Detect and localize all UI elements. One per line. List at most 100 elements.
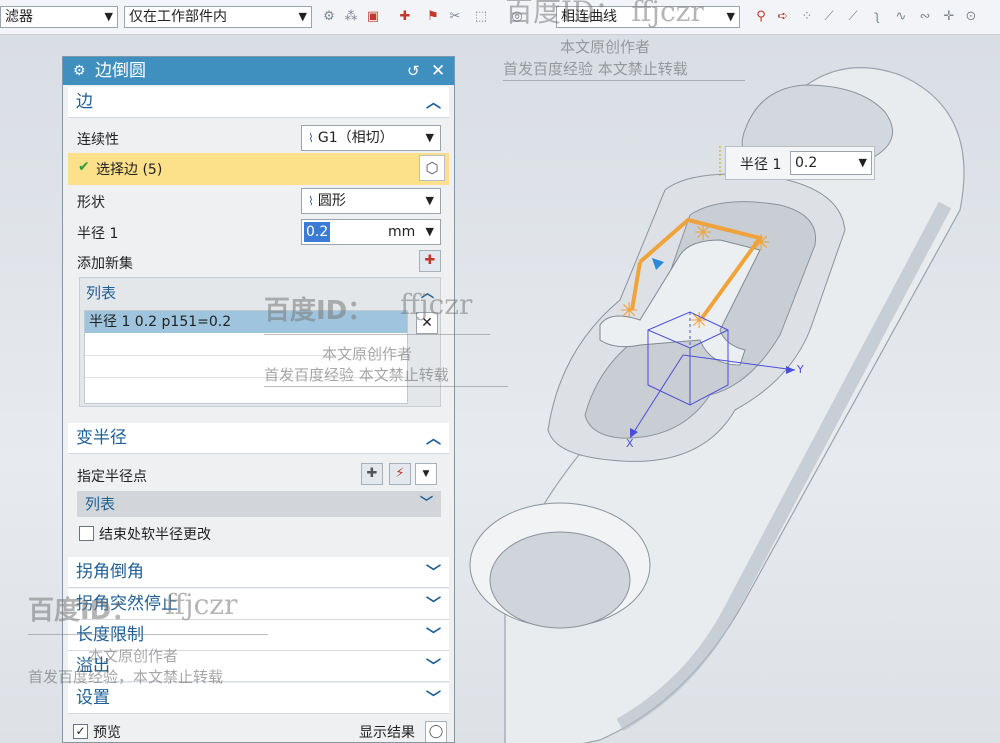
scope-value: 仅在工作部件内 [129, 9, 227, 25]
feature-icon[interactable]: ⚑ [424, 8, 442, 26]
watermark-bottom-notice: 首发百度经验，本文禁止转载 [28, 668, 224, 686]
watermark-bottom-id: 百度ID： [28, 596, 138, 626]
chevron-down-icon[interactable]: ▼ [415, 463, 437, 485]
watermark-notice: 首发百度经验 本文禁止转载 [503, 60, 688, 78]
node-icon[interactable]: ✚ [396, 8, 414, 26]
wave-icon[interactable]: ∿ [892, 8, 910, 26]
axis-y-label: Y [797, 363, 804, 376]
line2-icon[interactable]: ⟋ [844, 8, 862, 26]
pattern-icon[interactable]: ⁂ [342, 8, 360, 26]
chevron-up-icon: ︿ [425, 93, 441, 111]
gear-icon: ⚙ [73, 63, 86, 79]
radius-unit: mm [388, 224, 416, 240]
svg-text:✳: ✳ [690, 309, 708, 334]
dots-icon[interactable]: ⁘ [798, 8, 816, 26]
feature2-icon[interactable]: ✂ [446, 8, 464, 26]
watermark-author: 本文原创作者 [560, 38, 651, 56]
chevron-down-icon: ▼ [425, 131, 434, 144]
reset-icon[interactable]: ↺ [407, 57, 420, 85]
select-edge-label: 选择边 (5) [96, 162, 163, 178]
specify-point-label: 指定半径点 [77, 469, 147, 485]
variable-radius-list-bar[interactable]: 列表 ﹀ [77, 491, 441, 517]
radius-input[interactable]: 0.2 mm ▼ [301, 219, 441, 245]
chevron-down-icon: ▼ [298, 10, 307, 23]
watermark-underline [264, 334, 490, 335]
edge-list-title: 列表 [86, 284, 117, 302]
variable-radius-list-title: 列表 [85, 495, 116, 513]
soft-change-label: 结束处软半径更改 [99, 527, 211, 543]
chevron-down-icon: ▼ [104, 10, 113, 23]
spline-icon[interactable]: ʅ [868, 8, 886, 26]
section-corner-header[interactable]: 拐角倒角 ﹀ [68, 557, 449, 588]
shape-label: 形状 [77, 195, 105, 211]
select-edge-row[interactable]: ✔ 选择边 (5) ⬡ [68, 153, 449, 185]
axis-x-label: X [626, 437, 634, 450]
chevron-down-icon: ▼ [425, 194, 434, 207]
continuity-dropdown[interactable]: ⌇ G1（相切） ▼ [301, 125, 441, 151]
cross-icon[interactable]: ✛ [940, 8, 958, 26]
callout-label: 半径 1 [740, 157, 782, 173]
edge-blend-dialog: ⚙ 边倒圆 ↺ ✕ 边 ︿ 连续性 ⌇ G1（相切） ▼ ✔ 选择边 (5) ⬡ … [62, 56, 455, 743]
top-toolbar: 滤器 ▼ 仅在工作部件内 ▼ ⚙ ⁂ ▣ ✚ ⚑ ✂ ⬚ ◎ 相连曲线 ▼ ⚲ … [0, 0, 1000, 35]
watermark-underline [264, 386, 508, 387]
callout-radius-input[interactable]: 0.2 ▼ [790, 151, 872, 175]
filter-dropdown[interactable]: 滤器 ▼ [0, 6, 118, 28]
edge-list-panel: 列表 ︿ 半径 1 0.2 p151=0.2 ✕ [79, 277, 441, 407]
svg-text:✳: ✳ [620, 299, 638, 324]
point-add-icon[interactable]: ✚ [361, 463, 383, 485]
chevron-down-icon: ▼ [858, 156, 867, 169]
svg-text:✳: ✳ [694, 221, 712, 246]
arrow-icon[interactable]: ➪ [774, 8, 792, 26]
watermark-mid-notice: 首发百度经验 本文禁止转载 [264, 366, 449, 384]
preview-checkbox[interactable]: ✓ [73, 724, 88, 739]
dialog-title-bar[interactable]: ⚙ 边倒圆 ↺ ✕ [63, 57, 454, 85]
watermark-mid-handle: ffjczr [400, 288, 473, 321]
radius-callout: 半径 1 0.2 ▼ [725, 146, 875, 180]
soft-change-checkbox[interactable] [79, 526, 94, 541]
cube-icon[interactable]: ⬡ [419, 155, 445, 181]
shape-dropdown[interactable]: ⌇ 圆形 ▼ [301, 188, 441, 214]
chevron-down-icon: ﹀ [425, 657, 441, 675]
section-settings-header[interactable]: 设置 ﹀ [68, 683, 449, 714]
svg-text:✳: ✳ [752, 231, 770, 256]
curve-select-icon[interactable]: ▣ [364, 8, 382, 26]
chevron-down-icon: ﹀ [425, 689, 441, 707]
chevron-up-icon: ︿ [425, 429, 441, 447]
chevron-down-icon: ﹀ [425, 626, 441, 644]
add-new-set-button[interactable]: ✚ [419, 250, 441, 272]
watermark-mid-author: 本文原创作者 [322, 345, 413, 363]
line-icon[interactable]: ⟋ [820, 8, 838, 26]
show-result-button[interactable]: ◯ [425, 721, 447, 742]
filter-label: 滤器 [5, 9, 33, 25]
box-select-icon[interactable]: ⬚ [472, 8, 490, 26]
watermark-top-id: 百度ID： ffjczr [505, 0, 704, 28]
scope-dropdown[interactable]: 仅在工作部件内 ▼ [124, 6, 312, 28]
section-edge-title: 边 [76, 92, 93, 112]
dialog-title: 边倒圆 [95, 61, 146, 81]
shape-icon: ⌇ [308, 194, 314, 208]
section-edge-header[interactable]: 边 ︿ [68, 87, 449, 118]
chevron-down-icon: ▼ [425, 225, 434, 238]
chevron-down-icon: ﹀ [419, 496, 433, 511]
chevron-down-icon: ﹀ [425, 595, 441, 613]
point-snap-icon[interactable]: ⚡ [389, 463, 411, 485]
section-variable-radius-header[interactable]: 变半径 ︿ [68, 423, 449, 454]
close-icon[interactable]: ✕ [431, 57, 445, 85]
shape-value: 圆形 [317, 193, 346, 209]
watermark-mid-id: 百度ID： [264, 296, 374, 326]
radius-value: 0.2 [304, 222, 331, 242]
callout-radius-value: 0.2 [795, 155, 818, 171]
section-corner-title: 拐角倒角 [76, 562, 144, 582]
chevron-down-icon: ﹀ [425, 563, 441, 581]
snap-icon[interactable]: ⚙ [320, 8, 338, 26]
curve-icon[interactable]: ∾ [916, 8, 934, 26]
watermark-bottom-author: 本文原创作者 [88, 647, 179, 665]
circle-icon[interactable]: ⊙ [962, 8, 980, 26]
watermark-underline [28, 634, 268, 635]
tangent-icon[interactable]: ⚲ [752, 8, 770, 26]
chevron-down-icon: ▼ [726, 10, 735, 23]
watermark-underline [503, 80, 745, 81]
watermark-bottom-handle: ffjczr [165, 588, 238, 621]
preview-label: 预览 [93, 725, 121, 741]
add-new-set-label: 添加新集 [77, 256, 133, 272]
